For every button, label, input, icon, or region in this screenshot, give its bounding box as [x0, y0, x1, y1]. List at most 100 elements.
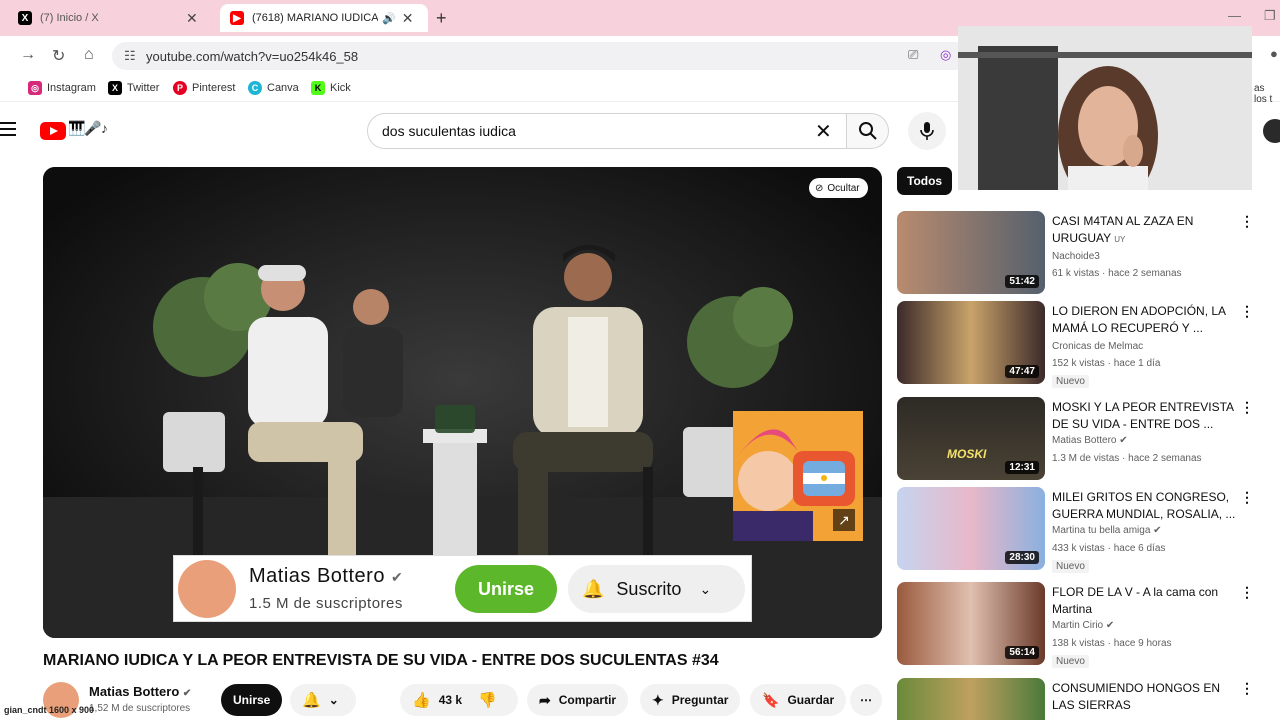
bookmark-label: Canva — [267, 82, 299, 94]
duration: 28:30 — [1005, 551, 1039, 564]
recommendation-item[interactable]: 56:14 FLOR DE LA V - A la cama con Marti… — [897, 582, 1267, 668]
bookmark-twitter[interactable]: X Twitter — [108, 81, 159, 95]
share-button[interactable]: ➦ Compartir — [527, 684, 629, 716]
bell-icon: 🔔 — [302, 692, 321, 709]
bookmark-pinterest[interactable]: P Pinterest — [173, 81, 235, 95]
channel-name-text: Matias Bottero — [89, 684, 180, 699]
eye-off-icon: ⊘ — [815, 182, 824, 194]
rec-channel: Cronicas de Melmac — [1052, 341, 1144, 352]
bookmark-overflow[interactable]: as los t — [1254, 83, 1280, 105]
cast-icon[interactable]: ⎚ — [908, 47, 918, 63]
ask-button[interactable]: ✦ Preguntar — [640, 684, 741, 716]
lens-icon[interactable]: ◎ — [940, 47, 951, 63]
more-vert-icon[interactable]: ⋮ — [1240, 584, 1254, 601]
rec-meta: 433 k vistas · hace 6 días — [1052, 543, 1166, 554]
chip-todos[interactable]: Todos — [897, 167, 953, 195]
account-avatar[interactable] — [1263, 119, 1280, 143]
bookmark-instagram[interactable]: ◎ Instagram — [28, 81, 96, 95]
card-channel-name[interactable]: Matias Bottero ✔ — [249, 565, 403, 588]
video-thumbnail[interactable] — [897, 678, 1045, 720]
card-channel-avatar[interactable] — [178, 560, 236, 618]
card-subscribed-button[interactable]: 🔔 Suscrito ⌄ — [568, 565, 745, 613]
tab-x-inicio[interactable]: X (7) Inicio / X ✕ — [8, 4, 216, 32]
chevron-down-icon: ⌄ — [328, 693, 339, 707]
card-join-button[interactable]: Unirse — [455, 565, 557, 613]
tab-title: (7618) MARIANO IUDICA Y — [252, 12, 378, 24]
site-settings-icon[interactable]: ☷ — [124, 48, 136, 64]
thumbnail-overlay-text: MOSKI — [947, 447, 987, 461]
reload-icon[interactable]: ↻ — [52, 46, 65, 66]
recommendation-item[interactable]: MOSKI 12:31 MOSKI Y LA PEOR ENTREVISTA D… — [897, 397, 1267, 481]
forward-icon[interactable]: → — [20, 46, 36, 64]
address-bar[interactable]: youtube.com/watch?v=uo254k46_58 — [112, 42, 972, 70]
more-vert-icon[interactable]: ⋮ — [1240, 489, 1254, 506]
video-thumbnail[interactable]: 51:42 — [897, 211, 1045, 294]
search-input[interactable]: dos suculentas iudica — [367, 113, 847, 149]
more-vert-icon[interactable]: ⋮ — [1240, 680, 1254, 697]
more-icon: ⋯ — [860, 693, 872, 707]
rec-title: MILEI GRITOS EN CONGRESO, GUERRA MUNDIAL… — [1052, 490, 1236, 521]
subscription-bell-button[interactable]: 🔔 ⌄ — [290, 684, 356, 716]
open-external-icon[interactable]: ↗ — [833, 509, 855, 531]
more-vert-icon[interactable]: ⋮ — [1240, 399, 1254, 416]
recommendation-item[interactable]: 47:47 LO DIERON EN ADOPCIÓN, LA MAMÁ LO … — [897, 301, 1267, 388]
verified-icon: ✔ — [1153, 525, 1162, 536]
more-vert-icon[interactable]: ⋮ — [1240, 303, 1254, 320]
channel-name[interactable]: Matias Bottero ✔ — [89, 684, 191, 699]
clear-search-icon[interactable]: ✕ — [815, 119, 832, 144]
menu-icon[interactable] — [0, 122, 18, 138]
more-actions-button[interactable]: ⋯ — [850, 684, 882, 716]
thumbs-down-icon[interactable]: 👎 — [478, 691, 497, 709]
thumbs-up-icon[interactable]: 👍 — [412, 691, 431, 709]
youtube-logo[interactable] — [40, 122, 66, 140]
hide-label: Ocultar — [827, 182, 860, 194]
home-icon[interactable]: ⌂ — [84, 46, 94, 64]
canva-icon: C — [248, 81, 262, 95]
hide-button[interactable]: ⊘ Ocultar — [809, 178, 868, 198]
bookmark-icon: 🔖 — [762, 691, 780, 708]
youtube-doodle-icon[interactable]: 🎹🎤♪ — [68, 120, 108, 137]
save-label: Guardar — [787, 693, 835, 707]
profile-icon[interactable]: ● — [1270, 46, 1278, 61]
like-count[interactable]: 43 k — [439, 693, 462, 707]
rec-meta: 61 k vistas · hace 2 semanas — [1052, 268, 1182, 279]
new-tab-icon[interactable]: + — [436, 8, 447, 29]
card-subscribed-label: Suscrito — [616, 578, 682, 599]
join-button[interactable]: Unirse — [221, 684, 283, 716]
card-subscriber-count: 1.5 M de suscriptores — [249, 595, 403, 612]
save-button[interactable]: 🔖 Guardar — [750, 684, 847, 716]
rec-title: CASI M4TAN AL ZAZA EN URUGUAY UY — [1052, 213, 1242, 247]
bookmark-canva[interactable]: C Canva — [248, 81, 299, 95]
share-label: Compartir — [558, 693, 617, 707]
minimize-icon[interactable]: — — [1228, 8, 1241, 23]
video-thumbnail[interactable]: MOSKI 12:31 — [897, 397, 1045, 480]
recommendation-item[interactable]: CONSUMIENDO HONGOS EN LAS SIERRAS ⋮ — [897, 678, 1267, 720]
speaker-icon[interactable]: 🔊 — [382, 12, 396, 25]
url-text: youtube.com/watch?v=uo254k46_58 — [146, 48, 359, 64]
rec-channel-text: Martin Cirio — [1052, 620, 1104, 631]
rec-channel-text: Martina tu bella amiga — [1052, 525, 1151, 536]
video-thumbnail[interactable]: 47:47 — [897, 301, 1045, 384]
new-badge: Nuevo — [1052, 655, 1089, 668]
duration: 51:42 — [1005, 275, 1039, 288]
recommendation-item[interactable]: 51:42 CASI M4TAN AL ZAZA EN URUGUAY UY N… — [897, 211, 1267, 295]
close-tab-icon[interactable]: ✕ — [402, 10, 414, 27]
recommendation-item[interactable]: 28:30 MILEI GRITOS EN CONGRESO, GUERRA M… — [897, 487, 1267, 573]
sparkle-icon: ✦ — [652, 691, 664, 708]
tab-title: (7) Inicio / X — [40, 12, 99, 24]
youtube-icon: ▶ — [230, 11, 244, 25]
video-thumbnail[interactable]: 28:30 — [897, 487, 1045, 570]
bookmark-label: Pinterest — [192, 82, 236, 94]
bookmark-kick[interactable]: K Kick — [311, 81, 351, 95]
chevron-down-icon: ⌄ — [699, 580, 712, 597]
close-tab-icon[interactable]: ✕ — [186, 10, 198, 27]
endcard-thumbnail[interactable]: ↗ — [733, 411, 863, 541]
restore-icon[interactable]: ❐ — [1264, 8, 1276, 24]
more-vert-icon[interactable]: ⋮ — [1240, 213, 1254, 230]
video-thumbnail[interactable]: 56:14 — [897, 582, 1045, 665]
search-query: dos suculentas iudica — [382, 123, 516, 139]
tab-youtube-video[interactable]: ▶ (7618) MARIANO IUDICA Y 🔊 ✕ — [220, 4, 428, 32]
voice-search-button[interactable] — [908, 112, 946, 150]
rec-channel: Martin Cirio ✔ — [1052, 620, 1114, 631]
search-button[interactable] — [847, 113, 889, 149]
